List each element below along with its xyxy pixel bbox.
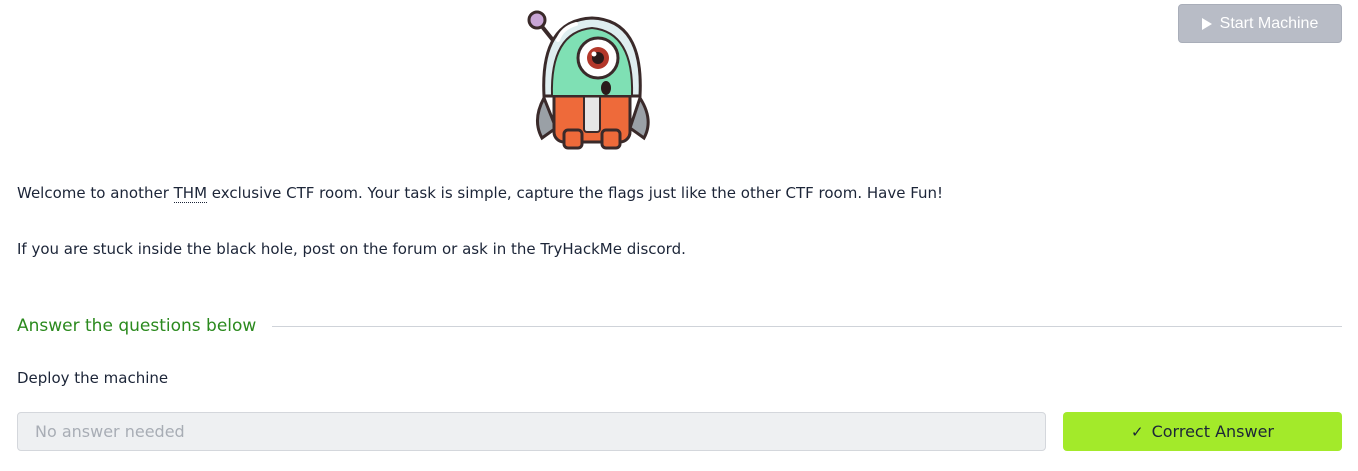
heading-divider xyxy=(272,325,1342,327)
answer-section-heading: Answer the questions below xyxy=(17,314,1342,338)
task-panel: Start Machine Welcome to another THM exc… xyxy=(0,0,1358,471)
alien-mascot-icon xyxy=(527,10,650,150)
play-icon xyxy=(1201,17,1212,30)
check-icon: ✓ xyxy=(1131,422,1144,441)
thm-abbreviation: THM xyxy=(173,184,208,203)
answer-heading-label: Answer the questions below xyxy=(17,316,257,336)
start-machine-button[interactable]: Start Machine xyxy=(1178,4,1342,43)
start-machine-label: Start Machine xyxy=(1219,14,1319,32)
correct-answer-button[interactable]: ✓ Correct Answer xyxy=(1063,412,1342,451)
answer-input[interactable] xyxy=(17,412,1046,451)
question-text: Deploy the machine xyxy=(17,369,169,387)
intro-paragraph-1: Welcome to another THM exclusive CTF roo… xyxy=(17,184,944,203)
intro-text-after: exclusive CTF room. Your task is simple,… xyxy=(207,184,944,202)
intro-text-before: Welcome to another xyxy=(17,184,174,202)
intro-paragraph-2: If you are stuck inside the black hole, … xyxy=(17,240,686,258)
correct-answer-label: Correct Answer xyxy=(1151,422,1274,441)
